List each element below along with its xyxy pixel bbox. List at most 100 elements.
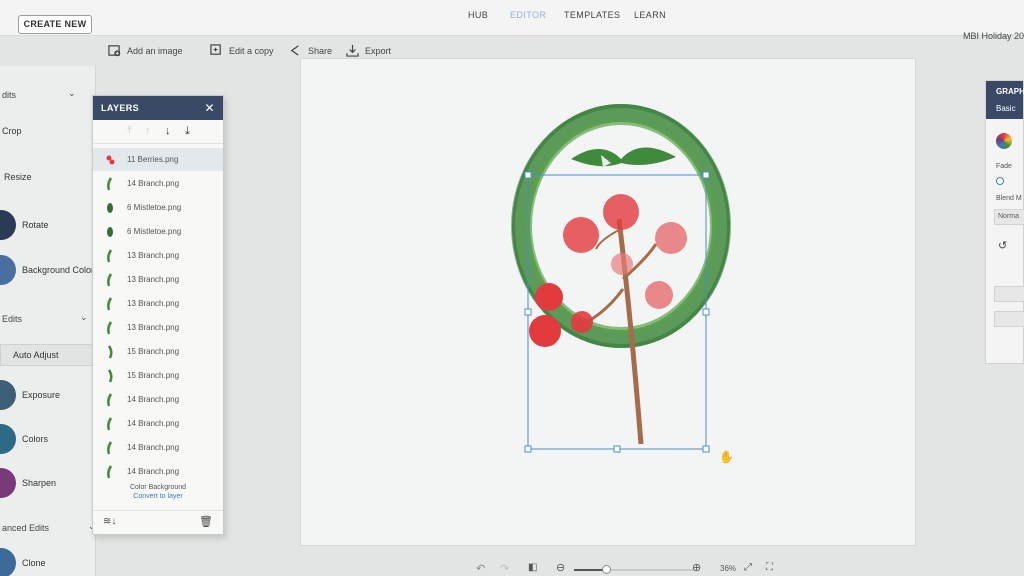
graphic-properties-panel: GRAPH Basic Fade Blend M Norma ↺ — [985, 80, 1024, 364]
graphic-panel-title: GRAPH — [996, 87, 1024, 96]
layer-item[interactable]: 13 Branch.png — [93, 316, 223, 339]
layers-title: LAYERS — [101, 103, 140, 113]
graphic-action-button[interactable] — [994, 311, 1024, 327]
edit-copy-label: Edit a copy — [229, 45, 274, 56]
crop-tool[interactable]: Crop — [2, 126, 22, 136]
add-image-button[interactable]: Add an image — [108, 44, 183, 57]
zoom-in-icon[interactable]: ⊕ — [692, 561, 701, 574]
editor-canvas[interactable]: ✋ — [300, 58, 916, 546]
zoom-bar: ↶ ↷ ◧ ⊖ ⊕ 36% ⤢ ⛶ — [470, 560, 790, 576]
edit-copy-button[interactable]: Edit a copy — [210, 44, 274, 57]
layer-item[interactable]: 6 Mistletoe.png — [93, 196, 223, 219]
berries-thumbnail-icon — [99, 154, 121, 166]
share-label: Share — [308, 45, 333, 56]
rotate-icon — [0, 210, 16, 240]
blend-mode-select[interactable]: Norma — [994, 209, 1024, 225]
redo-icon[interactable]: ↷ — [500, 562, 509, 575]
basic-tab[interactable]: Basic — [996, 104, 1023, 113]
move-down-icon[interactable]: ↓ — [165, 125, 171, 137]
clone-label: Clone — [22, 558, 46, 568]
graphic-panel-header: GRAPH Basic — [986, 81, 1024, 119]
layer-name: 13 Branch.png — [127, 275, 180, 284]
fit-screen-icon[interactable]: ⤢ — [744, 562, 752, 573]
nav-editor[interactable]: EDITOR — [510, 10, 546, 20]
share-icon — [290, 45, 299, 56]
layer-item[interactable]: 14 Branch.png — [93, 388, 223, 411]
layer-name: 14 Branch.png — [127, 443, 180, 452]
layer-item[interactable]: 13 Branch.png — [93, 292, 223, 315]
export-button[interactable]: Export — [346, 44, 391, 57]
share-button[interactable]: Share — [289, 44, 332, 57]
download-icon — [346, 44, 359, 57]
move-up-icon[interactable]: ↑ — [145, 125, 151, 137]
edits-section-header-2[interactable]: Edits — [2, 314, 22, 324]
layer-name: 11 Berries.png — [127, 155, 179, 164]
branch-thumbnail-icon — [99, 344, 121, 359]
layer-name: 15 Branch.png — [127, 371, 180, 380]
layers-header: LAYERS ✕ — [93, 96, 223, 120]
move-to-bottom-icon[interactable]: ⤓ — [185, 125, 190, 138]
zoom-slider-handle[interactable] — [602, 565, 611, 574]
copy-icon — [210, 44, 221, 55]
graphic-action-button[interactable] — [994, 286, 1024, 302]
zoom-out-icon[interactable]: ⊖ — [556, 561, 565, 574]
trash-icon[interactable]: 🗑 — [199, 515, 213, 528]
compare-icon[interactable]: ◧ — [528, 562, 537, 573]
fullscreen-icon[interactable]: ⛶ — [766, 562, 773, 573]
background-color-tool[interactable]: Background Color — [0, 255, 94, 285]
branch-thumbnail-icon — [99, 440, 121, 455]
layer-item[interactable]: 14 Branch.png — [93, 436, 223, 459]
undo-icon[interactable]: ↶ — [476, 562, 485, 575]
layer-stack-icon[interactable]: ≋↓ — [103, 516, 116, 527]
layer-item[interactable]: 13 Branch.png — [93, 268, 223, 291]
sharpen-icon — [0, 468, 16, 498]
branch-thumbnail-icon — [99, 392, 121, 407]
layer-item[interactable]: 14 Branch.png — [93, 412, 223, 435]
branch-thumbnail-icon — [99, 176, 121, 191]
rotate-tool[interactable]: Rotate — [0, 210, 49, 240]
close-icon[interactable]: ✕ — [205, 96, 215, 120]
layer-item[interactable]: 11 Berries.png — [93, 148, 223, 171]
edits-section-header[interactable]: dits — [2, 90, 16, 100]
create-new-button[interactable]: CREATE NEW — [18, 15, 92, 34]
nav-learn[interactable]: LEARN — [634, 10, 666, 20]
colors-icon — [0, 424, 16, 454]
layer-item[interactable]: 15 Branch.png — [93, 340, 223, 363]
exposure-icon — [0, 380, 16, 410]
hand-cursor-icon: ✋ — [719, 450, 734, 464]
auto-adjust-button[interactable]: Auto Adjust — [0, 344, 94, 366]
layer-item[interactable]: 15 Branch.png — [93, 364, 223, 387]
rotate-label: Rotate — [22, 220, 49, 230]
layer-item[interactable]: 6 Mistletoe.png — [93, 220, 223, 243]
sharpen-label: Sharpen — [22, 478, 57, 488]
layer-name: 13 Branch.png — [127, 323, 180, 332]
left-tools-panel: dits ⌄ Crop Resize Rotate Background Col… — [0, 66, 96, 576]
fade-slider-handle[interactable] — [996, 177, 1004, 185]
color-wheel-icon[interactable] — [996, 133, 1012, 149]
mistletoe-thumbnail-icon — [99, 226, 121, 238]
sharpen-tool[interactable]: Sharpen — [0, 468, 56, 498]
advanced-edits-header[interactable]: anced Edits — [2, 523, 49, 533]
nav-templates[interactable]: TEMPLATES — [564, 10, 620, 20]
exposure-tool[interactable]: Exposure — [0, 380, 60, 410]
add-image-label: Add an image — [127, 45, 183, 56]
layer-name: 6 Mistletoe.png — [127, 227, 182, 236]
export-label: Export — [365, 45, 392, 56]
exposure-label: Exposure — [22, 390, 61, 400]
convert-to-layer-link[interactable]: Convert to layer — [93, 493, 223, 500]
move-to-top-icon[interactable]: ⤒ — [127, 125, 132, 138]
resize-tool[interactable]: Resize — [4, 172, 32, 182]
wreath-artwork[interactable]: ✋ — [301, 59, 917, 547]
layer-item[interactable]: 14 Branch.png — [93, 460, 223, 483]
document-title: MBI Holiday 20 — [962, 31, 1024, 41]
chevron-down-icon[interactable]: ⌄ — [68, 88, 76, 99]
undo-icon[interactable]: ↺ — [998, 239, 1007, 252]
clone-tool[interactable]: Clone — [0, 548, 46, 576]
chevron-down-icon[interactable]: ⌄ — [80, 312, 88, 323]
layer-name: 14 Branch.png — [127, 419, 180, 428]
colors-tool[interactable]: Colors — [0, 424, 48, 454]
layer-item[interactable]: 14 Branch.png — [93, 172, 223, 195]
branch-thumbnail-icon — [99, 464, 121, 479]
layer-item[interactable]: 13 Branch.png — [93, 244, 223, 267]
nav-hub[interactable]: HUB — [468, 10, 488, 20]
